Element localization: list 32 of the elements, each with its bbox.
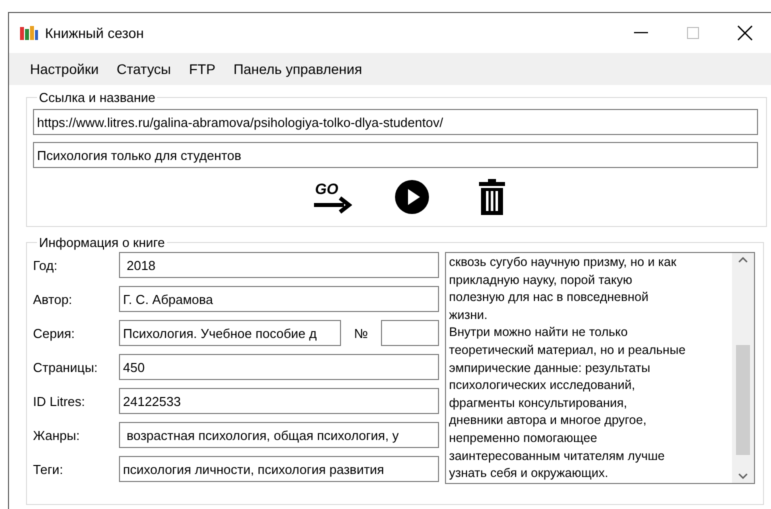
- close-icon[interactable]: [737, 25, 753, 41]
- text-field[interactable]: психология личности, психология развития: [119, 456, 439, 482]
- field-label: Жанры:: [33, 428, 81, 442]
- books-icon: [19, 25, 39, 41]
- scrollbar[interactable]: [732, 253, 754, 483]
- field-label: Страницы:: [33, 360, 99, 374]
- window-title: Книжный сезон: [45, 25, 145, 41]
- menu-item[interactable]: FTP: [180, 61, 224, 77]
- go-button[interactable]: GO: [312, 176, 352, 218]
- text-field[interactable]: 2018: [119, 252, 439, 278]
- text-field[interactable]: Г. С. Абрамова: [119, 286, 439, 312]
- menu-item[interactable]: Статусы: [108, 61, 180, 77]
- description-field[interactable]: [445, 252, 755, 484]
- field-label: ID Litres:: [33, 394, 86, 408]
- title-field[interactable]: Психология только для студентов: [33, 142, 758, 168]
- number-field[interactable]: [381, 320, 439, 346]
- text-field[interactable]: 24122533: [119, 388, 439, 414]
- field-label: Год:: [33, 258, 58, 272]
- group-title: Ссылка и название: [38, 90, 156, 105]
- text-field[interactable]: возрастная психология, общая психология, у: [119, 422, 439, 448]
- description-text: сквозь сугубо научную призму, но и как прикладную науку, порой такую полезную для нас в повседневной жизни. Внутри можно найти не только теоретический материал, но и реальные эмпирические данные: результаты психологических исследований, фрагменты консультирования, дневники автора и многое другое, непременно помогающее заинтересованным читателям лучше узнать себя и окружающих.: [448, 254, 687, 482]
- field-label: №: [353, 326, 369, 340]
- field-label: Автор:: [33, 292, 74, 306]
- url-field[interactable]: https://www.litres.ru/galina-abramova/psihologiya-tolko-dlya-studentov/: [33, 109, 758, 135]
- field-label: Серия:: [33, 326, 76, 340]
- menu-item[interactable]: Панель управления: [224, 61, 372, 77]
- menu-item[interactable]: Настройки: [21, 61, 108, 77]
- field-label: Теги:: [33, 462, 64, 476]
- group-title: Информация о книге: [38, 235, 166, 250]
- minimize-icon[interactable]: [634, 32, 648, 34]
- text-field[interactable]: Психология. Учебное пособие д: [119, 320, 341, 346]
- text-field[interactable]: 450: [119, 354, 439, 380]
